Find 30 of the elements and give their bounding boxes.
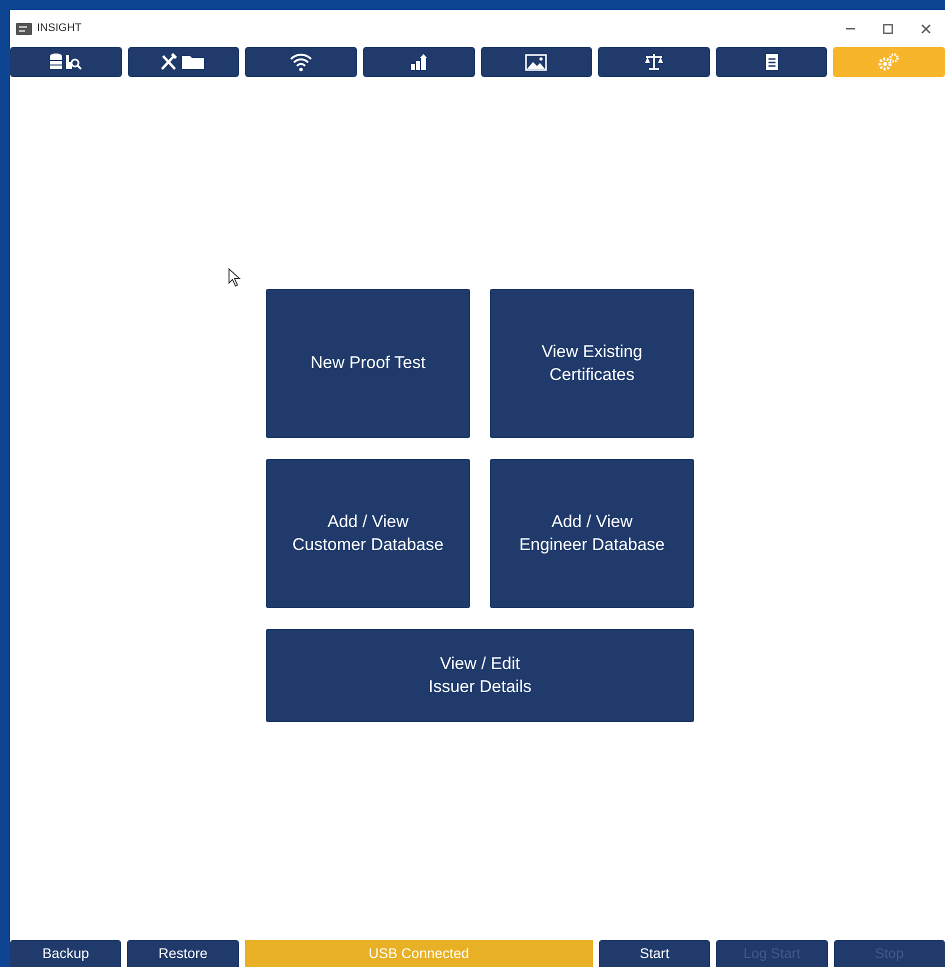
footer-button[interactable]: Restore xyxy=(127,940,239,967)
minimize-icon[interactable] xyxy=(846,28,855,30)
connection-status: USB Connected xyxy=(244,940,593,967)
footer-button[interactable]: Backup xyxy=(10,940,122,967)
toolbar-tab[interactable] xyxy=(716,47,828,77)
document-icon xyxy=(764,53,779,71)
toolbar-tab[interactable] xyxy=(128,47,240,77)
toolbar-tab[interactable] xyxy=(245,47,357,77)
app-icon xyxy=(16,22,32,34)
footer-button[interactable]: Start xyxy=(598,940,710,967)
menu-tile-button[interactable]: View Existing Certificates xyxy=(490,289,694,438)
toolbar-tab[interactable] xyxy=(362,47,474,77)
maximize-icon[interactable] xyxy=(883,24,893,34)
menu-tile-button[interactable]: View / Edit Issuer Details xyxy=(266,629,694,722)
close-icon[interactable] xyxy=(921,24,931,34)
toolbar-tab[interactable] xyxy=(598,47,710,77)
wifi-icon xyxy=(289,52,314,72)
bar-chart-icon xyxy=(410,54,428,70)
menu-tile-button[interactable]: Add / View Engineer Database xyxy=(490,459,694,608)
cursor-icon xyxy=(228,268,241,287)
scale-icon xyxy=(644,53,664,71)
toolbar-tab[interactable] xyxy=(10,47,122,77)
database-search-icon xyxy=(48,53,83,71)
window-title: INSIGHT xyxy=(37,21,82,36)
menu-tile-button[interactable]: New Proof Test xyxy=(266,289,470,438)
gears-icon xyxy=(878,53,900,71)
toolbar-tab[interactable] xyxy=(480,47,592,77)
tools-folder-icon xyxy=(160,53,206,71)
image-icon xyxy=(525,54,548,70)
menu-tile-button[interactable]: Add / View Customer Database xyxy=(266,459,470,608)
